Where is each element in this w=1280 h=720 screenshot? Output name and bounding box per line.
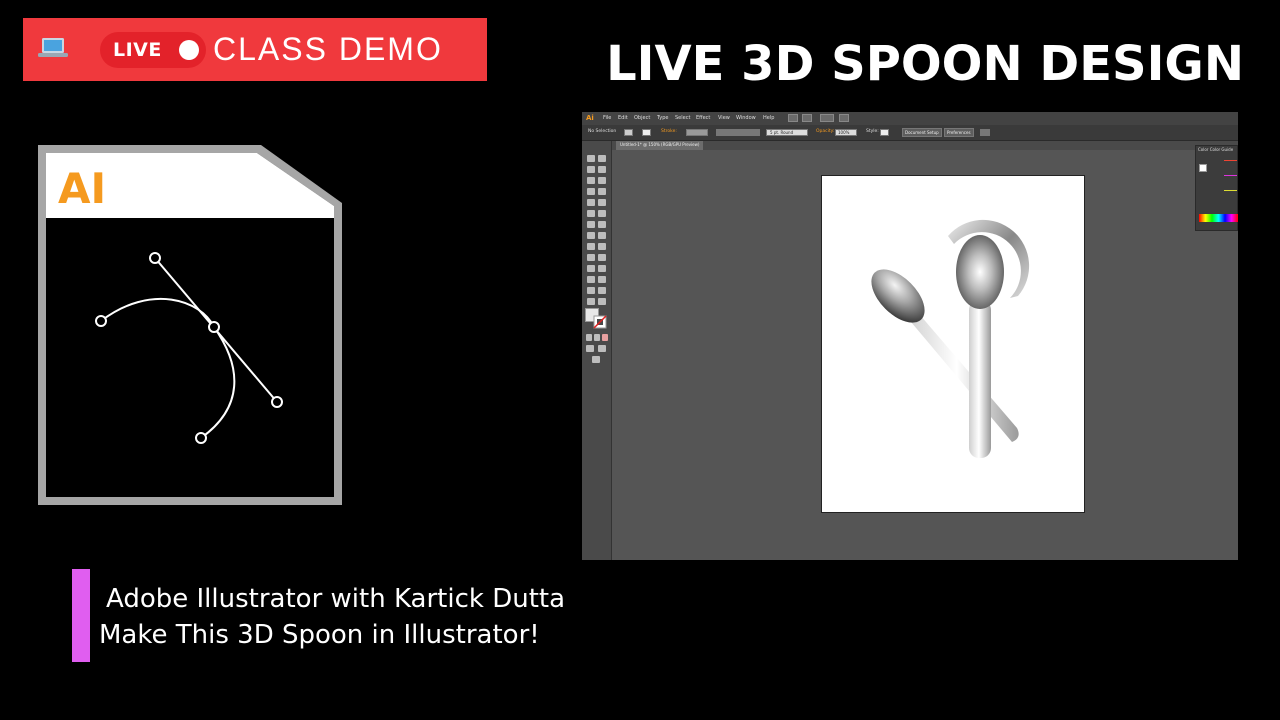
pencil-tool-icon[interactable] — [587, 210, 595, 217]
perspective-grid-tool-icon[interactable] — [598, 243, 606, 250]
spoon-artwork — [871, 219, 1030, 458]
free-transform-tool-icon[interactable] — [598, 232, 606, 239]
variable-width-field[interactable] — [716, 129, 760, 136]
style-swatch[interactable] — [880, 129, 889, 136]
brush-select[interactable]: 5 pt. Round — [766, 129, 808, 136]
rectangle-tool-icon[interactable] — [587, 199, 595, 206]
laptop-icon — [38, 38, 68, 57]
selection-status: No Selection — [588, 129, 617, 134]
type-tool-icon[interactable] — [587, 188, 595, 195]
menu-type[interactable]: Type — [657, 115, 668, 121]
record-dot-icon — [179, 40, 199, 60]
caption-accent-bar — [72, 569, 90, 662]
stroke-swatch[interactable] — [642, 129, 651, 136]
bridge-icon[interactable] — [788, 114, 798, 122]
menu-view[interactable]: View — [718, 115, 730, 121]
app-badge: Ai — [586, 114, 594, 122]
width-tool-icon[interactable] — [587, 232, 595, 239]
pen-tool-icon[interactable] — [587, 177, 595, 184]
preferences-button[interactable]: Preferences — [944, 128, 974, 137]
zoom-tool-icon[interactable] — [598, 298, 606, 305]
live-label: LIVE — [113, 39, 162, 61]
color-spectrum[interactable] — [1199, 214, 1238, 222]
document-setup-button[interactable]: Document Setup — [902, 128, 942, 137]
fill-swatch[interactable] — [624, 129, 633, 136]
document-tab-bar: Untitled-1* @ 150% (RGB/GPU Preview) — [612, 141, 1238, 150]
menu-select[interactable]: Select — [675, 115, 690, 121]
page-title: LIVE 3D SPOON DESIGN — [606, 36, 1244, 92]
menu-window[interactable]: Window — [736, 115, 756, 121]
gradient-tool-icon[interactable] — [598, 254, 606, 261]
color-mode-icon[interactable] — [586, 334, 592, 341]
illustrator-screenshot: Ai File Edit Object Type Select Effect V… — [582, 112, 1238, 560]
minibridge-icon[interactable] — [802, 114, 812, 122]
live-banner: LIVE CLASS DEMO — [23, 18, 487, 81]
color-panel-tabs[interactable]: Color Color Guide — [1198, 147, 1233, 152]
menu-file[interactable]: File — [603, 115, 611, 121]
menu-edit[interactable]: Edit — [618, 115, 628, 121]
paintbrush-tool-icon[interactable] — [598, 199, 606, 206]
line-tool-icon[interactable] — [598, 188, 606, 195]
stroke-label: Stroke: — [661, 129, 677, 134]
rotate-tool-icon[interactable] — [587, 221, 595, 228]
spoon-right — [948, 219, 1030, 458]
none-mode-icon[interactable] — [602, 334, 608, 341]
arrange-icon[interactable] — [980, 129, 990, 136]
color-panel: Color Color Guide — [1195, 145, 1238, 231]
blob-brush-tool-icon[interactable] — [598, 210, 606, 217]
selection-tool-icon[interactable] — [587, 155, 595, 162]
slice-tool-icon[interactable] — [598, 287, 606, 294]
class-demo-label: CLASS DEMO — [213, 31, 443, 67]
hand-tool-icon[interactable] — [587, 298, 595, 305]
direct-selection-tool-icon[interactable] — [598, 155, 606, 162]
blend-tool-icon[interactable] — [598, 265, 606, 272]
ai-file-label: AI — [58, 164, 106, 213]
illustrator-file-icon: AI — [38, 145, 342, 505]
symbol-sprayer-tool-icon[interactable] — [587, 276, 595, 283]
draw-mode-icon[interactable] — [586, 345, 594, 352]
rocket-icon[interactable] — [839, 114, 849, 122]
curvature-tool-icon[interactable] — [598, 177, 606, 184]
arrange-documents-icon[interactable] — [820, 114, 834, 122]
artboard — [821, 175, 1085, 513]
color-slider-b[interactable] — [1224, 190, 1237, 191]
document-tab[interactable]: Untitled-1* @ 150% (RGB/GPU Preview) — [616, 141, 704, 150]
color-slider-r[interactable] — [1224, 160, 1237, 161]
menu-effect[interactable]: Effect — [696, 115, 710, 121]
scale-tool-icon[interactable] — [598, 221, 606, 228]
draw-behind-icon[interactable] — [598, 345, 606, 352]
screen-mode-icon[interactable] — [592, 356, 600, 363]
magic-wand-tool-icon[interactable] — [587, 166, 595, 173]
mesh-tool-icon[interactable] — [587, 254, 595, 261]
control-bar: No Selection Stroke: 5 pt. Round Opacity… — [582, 125, 1238, 141]
style-label: Style: — [866, 129, 879, 134]
opacity-label: Opacity: — [816, 129, 835, 134]
stroke-weight-field[interactable] — [686, 129, 708, 136]
panel-fill-swatch[interactable] — [1199, 164, 1207, 172]
menu-object[interactable]: Object — [634, 115, 650, 121]
live-badge: LIVE — [100, 32, 206, 68]
artboard-tool-icon[interactable] — [587, 287, 595, 294]
color-slider-g[interactable] — [1224, 175, 1237, 176]
tools-panel — [582, 141, 612, 560]
stroke-color-swatch[interactable] — [593, 315, 607, 329]
caption-line-2: Make This 3D Spoon in Illustrator! — [99, 620, 540, 650]
eyedropper-tool-icon[interactable] — [587, 265, 595, 272]
menu-help[interactable]: Help — [763, 115, 774, 121]
opacity-field[interactable]: 100% — [835, 129, 857, 136]
graph-tool-icon[interactable] — [598, 276, 606, 283]
shape-builder-tool-icon[interactable] — [587, 243, 595, 250]
gradient-mode-icon[interactable] — [594, 334, 600, 341]
lasso-tool-icon[interactable] — [598, 166, 606, 173]
caption-line-1: Adobe Illustrator with Kartick Dutta — [106, 584, 566, 614]
menu-bar: Ai File Edit Object Type Select Effect V… — [582, 112, 1238, 125]
